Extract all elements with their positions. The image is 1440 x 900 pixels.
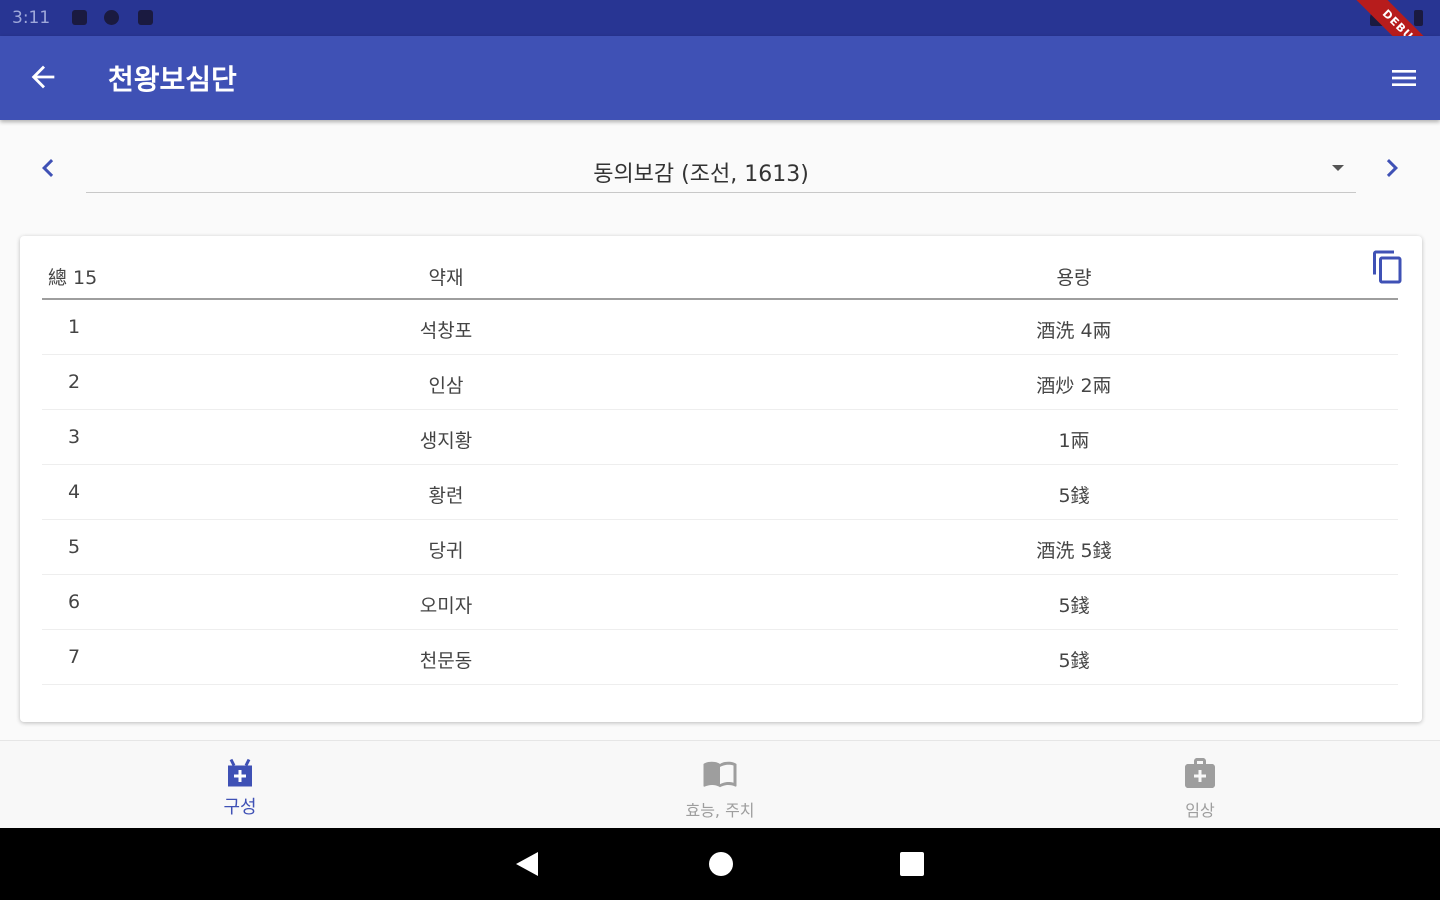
tab-composition-label: 구성 <box>223 797 257 818</box>
row-herb: 생지황 <box>419 430 473 452</box>
row-herb: 천문동 <box>419 650 473 672</box>
page-title: 천왕보심단 <box>108 63 237 96</box>
composition-icon <box>228 758 252 787</box>
row-index: 5 <box>68 536 81 558</box>
row-herb: 황련 <box>428 485 464 507</box>
row-amount: 5錢 <box>1058 485 1090 507</box>
header-herb: 약재 <box>428 267 464 289</box>
table-row: 1 석창포 酒洗 4兩 <box>42 300 1398 355</box>
row-amount: 酒洗 4兩 <box>1036 320 1112 342</box>
row-amount: 酒炒 2兩 <box>1036 375 1112 397</box>
row-herb: 오미자 <box>419 595 473 617</box>
app-bar: 천왕보심단 <box>0 36 1440 120</box>
table-row: 7 천문동 5錢 <box>42 630 1398 685</box>
table-row: 2 인삼 酒炒 2兩 <box>42 355 1398 410</box>
system-back-icon[interactable] <box>516 852 538 876</box>
row-index: 1 <box>68 316 81 338</box>
header-total: 總 15 <box>48 267 98 289</box>
menu-icon[interactable] <box>1388 62 1420 94</box>
tab-efficacy[interactable]: 효능, 주치 <box>480 741 960 829</box>
row-index: 7 <box>68 646 81 668</box>
chevron-right-icon[interactable] <box>1374 150 1410 186</box>
tab-clinical[interactable]: 임상 <box>960 741 1440 829</box>
back-arrow-icon[interactable] <box>26 60 60 94</box>
system-home-icon[interactable] <box>709 852 733 876</box>
sd-card-icon <box>138 10 153 25</box>
row-index: 2 <box>68 371 81 393</box>
table-row: 5 당귀 酒洗 5錢 <box>42 520 1398 575</box>
table-row: 4 황련 5錢 <box>42 465 1398 520</box>
dropdown-arrow-icon <box>1332 165 1344 171</box>
row-herb: 석창포 <box>419 320 473 342</box>
sync-icon <box>104 10 119 25</box>
row-amount: 5錢 <box>1058 650 1090 672</box>
medical-kit-icon <box>1185 758 1215 788</box>
battery-icon <box>1414 10 1423 26</box>
tab-efficacy-label: 효능, 주치 <box>685 801 755 820</box>
row-amount: 1兩 <box>1058 430 1090 452</box>
tab-composition[interactable]: 구성 <box>0 741 480 829</box>
herb-table-body[interactable]: 1 석창포 酒洗 4兩 2 인삼 酒炒 2兩 3 생지황 1兩 4 황련 5錢 … <box>42 300 1398 700</box>
header-amount: 용량 <box>1056 267 1092 289</box>
book-icon <box>703 761 737 788</box>
row-herb: 당귀 <box>428 540 464 562</box>
row-herb: 인삼 <box>428 375 464 397</box>
row-index: 6 <box>68 591 81 613</box>
bottom-navigation: 구성 효능, 주치 임상 <box>0 740 1440 829</box>
status-bar: 3:11 DEBUG <box>0 0 1440 90</box>
row-amount: 酒洗 5錢 <box>1036 540 1112 562</box>
table-header: 總 15 약재 용량 <box>42 252 1398 300</box>
herb-table-card: 總 15 약재 용량 1 석창포 酒洗 4兩 2 인삼 酒炒 2兩 3 생지황 … <box>20 236 1422 722</box>
tab-clinical-label: 임상 <box>1185 801 1215 820</box>
source-dropdown-value: 동의보감 (조선, 1613) <box>593 162 809 187</box>
notification-icon <box>72 10 87 25</box>
row-amount: 5錢 <box>1058 595 1090 617</box>
table-row: 6 오미자 5錢 <box>42 575 1398 630</box>
status-time: 3:11 <box>12 8 51 28</box>
system-recents-icon[interactable] <box>900 852 924 876</box>
chevron-left-icon[interactable] <box>30 150 66 186</box>
row-index: 4 <box>68 481 81 503</box>
row-index: 3 <box>68 426 81 448</box>
source-dropdown[interactable]: 동의보감 (조선, 1613) <box>86 146 1356 193</box>
table-row: 3 생지황 1兩 <box>42 410 1398 465</box>
